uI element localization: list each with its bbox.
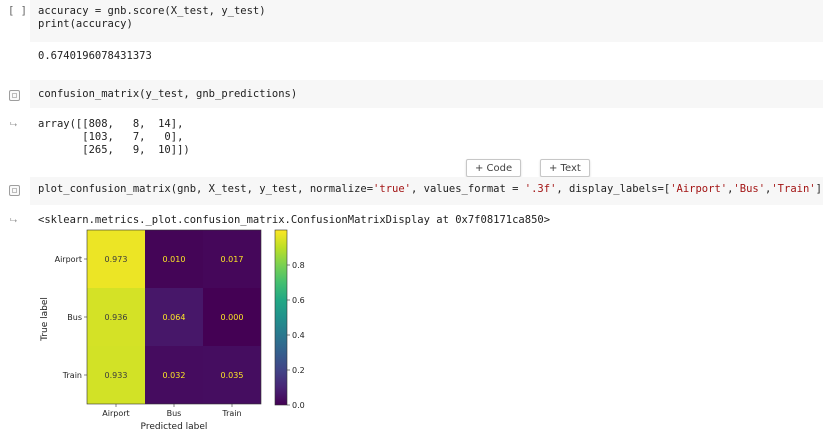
code-line: print(accuracy) (38, 18, 133, 30)
cell-output: [265, 9, 10]]) (38, 144, 190, 156)
run-cell-icon[interactable] (9, 90, 20, 101)
code-cell-plot-confusion-matrix: plot_confusion_matrix(gnb, X_test, y_tes… (0, 177, 823, 447)
code-cell-accuracy: [ ] accuracy = gnb.score(X_test, y_test)… (0, 0, 823, 70)
cell-output: 0.6740196078431373 (38, 50, 152, 62)
output-arrow-icon: ⮡ (10, 120, 18, 130)
run-cell-button[interactable]: [ ] (8, 5, 27, 17)
cell-output: <sklearn.metrics._plot.confusion_matrix.… (38, 214, 551, 226)
run-cell-icon[interactable] (9, 185, 20, 196)
add-code-button[interactable]: + Code (466, 159, 522, 177)
code-line: plot_confusion_matrix(gnb, X_test, y_tes… (38, 183, 823, 195)
add-text-button[interactable]: + Text (540, 159, 590, 177)
code-cell-confusion-matrix: confusion_matrix(y_test, gnb_predictions… (0, 80, 823, 160)
cell-output: [103, 7, 0], (38, 131, 184, 143)
code-line: confusion_matrix(y_test, gnb_predictions… (38, 88, 298, 100)
code-line: accuracy = gnb.score(X_test, y_test) (38, 5, 266, 17)
cell-output: array([[808, 8, 14], (38, 118, 184, 130)
output-arrow-icon: ⮡ (10, 216, 18, 226)
